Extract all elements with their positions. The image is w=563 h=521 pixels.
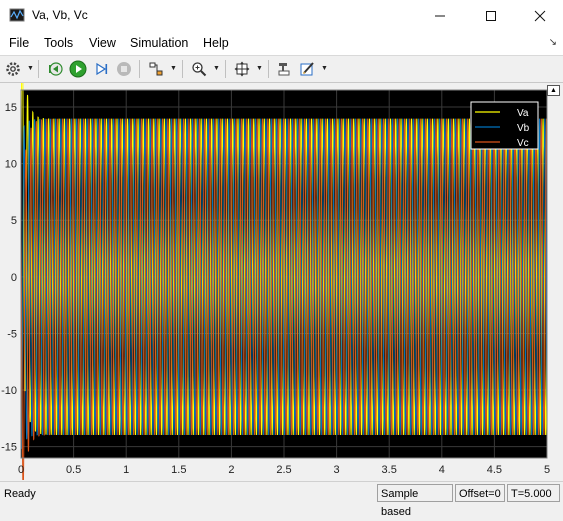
restore-layout-button[interactable]	[274, 59, 294, 79]
menu-file[interactable]: File	[9, 36, 29, 50]
x-tick-label: 2	[228, 464, 234, 476]
autoscale-button[interactable]	[232, 59, 252, 79]
style-button[interactable]	[297, 59, 317, 79]
y-axis-ticks: 15 10 5 0 -5 -10 -15	[1, 102, 17, 454]
legend-label-vc: Vc	[517, 138, 529, 149]
status-offset: Offset=0	[455, 484, 505, 502]
toolbar-separator	[139, 60, 140, 78]
toolbar-separator	[38, 60, 39, 78]
dock-arrow-icon[interactable]: ↘	[549, 37, 557, 48]
highlight-block-button[interactable]	[146, 59, 166, 79]
settings-dropdown-icon[interactable]: ▼	[27, 65, 34, 72]
maximize-icon	[486, 10, 496, 21]
x-tick-label: 4	[439, 464, 445, 476]
legend-label-vb: Vb	[517, 123, 530, 134]
stop-icon	[117, 62, 131, 76]
x-tick-label: 0.5	[66, 464, 81, 476]
x-tick-label: 2.5	[276, 464, 291, 476]
toolbar: ▼ ▼ ▼ ▼ ▼	[0, 56, 563, 83]
step-forward-icon	[96, 62, 108, 76]
undock-button[interactable]: ▲	[547, 85, 560, 96]
menu-view[interactable]: View	[89, 36, 116, 50]
status-bar: Ready Sample based Offset=0 T=5.000	[0, 481, 563, 518]
window-title: Va, Vb, Vc	[32, 8, 88, 22]
run-icon	[69, 60, 87, 78]
x-tick-label: 3	[334, 464, 340, 476]
status-time: T=5.000	[507, 484, 560, 502]
toolbar-separator	[225, 60, 226, 78]
x-tick-label: 4.5	[487, 464, 502, 476]
x-tick-label: 1.5	[171, 464, 186, 476]
maximize-button[interactable]	[468, 0, 514, 31]
settings-button[interactable]	[3, 59, 23, 79]
y-tick-label: 10	[5, 159, 17, 171]
autoscale-dropdown-icon[interactable]: ▼	[256, 65, 263, 72]
y-tick-label: -15	[1, 442, 17, 454]
signal-traces	[20, 34, 548, 494]
scope-display: 15 10 5 0 -5 -10 -15 0 0.5 1 1.5 2 2.5 3 3.5 4 4.5 5 Va …	[0, 34, 563, 494]
menu-tools[interactable]: Tools	[44, 36, 73, 50]
y-tick-label: 5	[11, 215, 17, 227]
close-icon	[534, 10, 546, 21]
menu-simulation[interactable]: Simulation	[130, 36, 188, 50]
title-bar: Va, Vb, Vc	[0, 0, 563, 31]
style-dropdown-icon[interactable]: ▼	[321, 65, 328, 72]
menu-bar: File Tools View Simulation Help ↘	[0, 31, 563, 56]
y-tick-label: -10	[1, 385, 17, 397]
undock-icon: ▲	[550, 87, 557, 94]
settings-icon	[6, 62, 20, 76]
y-tick-label: -5	[7, 328, 17, 340]
minimize-button[interactable]	[417, 0, 463, 31]
legend[interactable]: Va Vb Vc	[470, 101, 539, 150]
scope-chart[interactable]: 15 10 5 0 -5 -10 -15 0 0.5 1 1.5 2 2.5 3 3.5 4 4.5 5 Va …	[0, 34, 563, 494]
toolbar-separator	[182, 60, 183, 78]
restore-layout-icon	[278, 63, 290, 76]
highlight-dropdown-icon[interactable]: ▼	[170, 65, 177, 72]
close-button[interactable]	[517, 0, 563, 31]
zoom-icon	[192, 62, 207, 77]
scope-icon	[9, 8, 25, 22]
autoscale-icon	[234, 61, 250, 77]
run-button[interactable]	[68, 59, 88, 79]
minimize-icon	[435, 15, 445, 16]
toolbar-separator	[268, 60, 269, 78]
highlight-block-icon	[149, 62, 163, 76]
y-tick-label: 15	[5, 102, 17, 114]
legend-label-va: Va	[517, 108, 529, 119]
x-tick-label: 1	[123, 464, 129, 476]
step-forward-button[interactable]	[91, 59, 111, 79]
status-mode: Sample based	[377, 484, 453, 518]
x-tick-label: 5	[544, 464, 550, 476]
menu-help[interactable]: Help	[203, 36, 229, 50]
step-back-button[interactable]	[45, 59, 65, 79]
zoom-button[interactable]	[189, 59, 209, 79]
zoom-dropdown-icon[interactable]: ▼	[213, 65, 220, 72]
style-icon	[300, 62, 314, 76]
stop-button[interactable]	[114, 59, 134, 79]
y-tick-label: 0	[11, 272, 17, 284]
x-axis-ticks: 0 0.5 1 1.5 2 2.5 3 3.5 4 4.5 5	[18, 464, 550, 476]
status-ready: Ready	[4, 488, 36, 500]
step-back-icon	[49, 62, 63, 76]
x-tick-label: 3.5	[382, 464, 397, 476]
x-tick-label: 0	[18, 464, 24, 476]
